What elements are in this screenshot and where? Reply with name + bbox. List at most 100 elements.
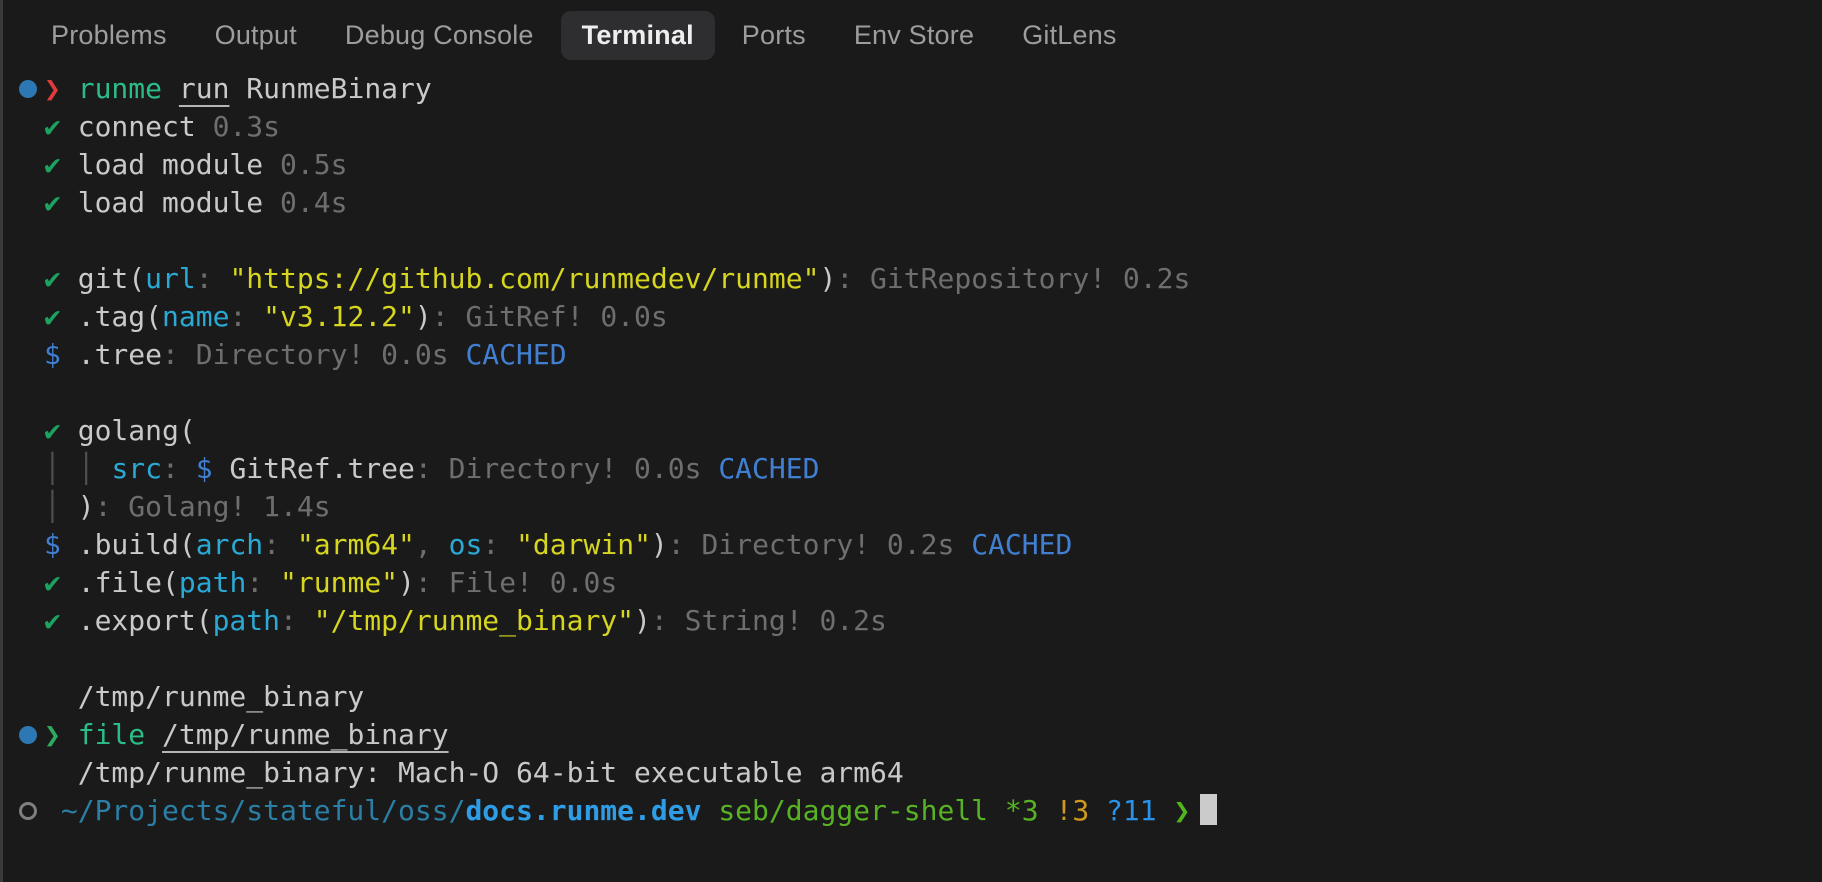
prompt-chevron-icon: ❯	[1173, 794, 1191, 827]
result-type: : GitRepository! 0.2s	[836, 262, 1191, 295]
terminal-gutter	[0, 450, 44, 488]
prompt-chevron-icon: ❯	[44, 72, 78, 105]
terminal-text-segment: load module	[77, 186, 281, 219]
panel-tab-bar: Problems Output Debug Console Terminal Ports…	[0, 0, 1822, 61]
terminal-text-segment: .tag(	[77, 300, 163, 333]
terminal-gutter	[0, 374, 44, 412]
terminal-line	[0, 640, 1822, 678]
tab-debug-console[interactable]: Debug Console	[324, 11, 555, 60]
terminal-gutter	[0, 108, 44, 146]
string-value: "arm64"	[296, 528, 415, 561]
indent-guide: │	[77, 452, 112, 485]
tab-env-store[interactable]: Env Store	[833, 11, 995, 60]
command-name: file	[77, 718, 146, 751]
string-value: "v3.12.2"	[263, 300, 415, 333]
terminal-gutter	[0, 184, 44, 222]
terminal-line: ✔ .export(path: "/tmp/runme_binary"): St…	[0, 602, 1822, 640]
terminal-text-segment: )	[414, 300, 432, 333]
cached-badge: CACHED	[718, 452, 820, 485]
terminal-line: ❯ runme run RunmeBinary	[0, 70, 1822, 108]
check-icon: ✔	[44, 414, 78, 447]
result-type: : Golang! 1.4s	[94, 490, 331, 523]
terminal-cursor	[1200, 793, 1218, 825]
terminal-line: $ .build(arch: "arm64", os: "darwin"): D…	[0, 526, 1822, 564]
check-icon: ✔	[44, 148, 78, 181]
git-modified-count: !3	[1055, 794, 1090, 827]
terminal-line: /tmp/runme_binary	[0, 678, 1822, 716]
result-type: : String! 0.2s	[650, 604, 887, 637]
check-icon: ✔	[44, 110, 78, 143]
tab-gitlens[interactable]: GitLens	[1001, 11, 1137, 60]
arg-name: arch	[195, 528, 264, 561]
terminal-line: ❯ file /tmp/runme_binary	[0, 716, 1822, 754]
result-type: : Directory! 0.0s	[162, 338, 466, 371]
terminal-text-segment: )	[819, 262, 837, 295]
tab-terminal[interactable]: Terminal	[560, 11, 715, 60]
terminal-gutter	[0, 222, 44, 260]
terminal-text-segment: git(	[77, 262, 146, 295]
check-icon: ✔	[44, 566, 78, 599]
terminal-line: ✔ load module 0.4s	[0, 184, 1822, 222]
terminal-text-segment: )	[650, 528, 668, 561]
terminal-gutter	[0, 792, 44, 830]
terminal-text-segment: .tree	[77, 338, 163, 371]
prompt-chevron-icon: ❯	[44, 718, 78, 751]
terminal-gutter	[0, 336, 44, 374]
terminal-gutter	[0, 716, 44, 754]
command-name: runme	[77, 72, 163, 105]
terminal-line: ✔ connect 0.3s	[0, 108, 1822, 146]
terminal-text-segment: .file(	[77, 566, 179, 599]
terminal-line: ~/Projects/stateful/oss/docs.runme.dev s…	[0, 792, 1822, 830]
terminal-gutter	[0, 602, 44, 640]
terminal-gutter	[0, 640, 44, 678]
terminal-text-segment: load module	[77, 148, 281, 181]
terminal-text-segment: :	[195, 262, 230, 295]
terminal-text-segment: :	[263, 528, 297, 561]
check-icon: ✔	[44, 186, 78, 219]
tab-problems[interactable]: Problems	[30, 11, 188, 60]
terminal-gutter	[0, 754, 44, 792]
terminal-text-segment: )	[77, 490, 95, 523]
terminal-line	[0, 374, 1822, 412]
terminal-text-segment: :	[482, 528, 517, 561]
terminal-text-segment: connect	[77, 110, 213, 143]
tab-ports[interactable]: Ports	[721, 11, 827, 60]
running-dot-icon	[19, 726, 37, 744]
indent-guide: │	[44, 490, 78, 523]
terminal-viewport[interactable]: ❯ runme run RunmeBinary ✔ connect 0.3s ✔ l…	[0, 61, 1822, 830]
terminal-line: $ .tree: Directory! 0.0s CACHED	[0, 336, 1822, 374]
idle-ring-icon	[19, 802, 37, 820]
cached-badge: CACHED	[465, 338, 567, 371]
arg-name: url	[145, 262, 196, 295]
arg-name: os	[448, 528, 483, 561]
terminal-panel: Problems Output Debug Console Terminal Ports…	[0, 0, 1822, 882]
terminal-link[interactable]: run	[179, 70, 230, 108]
string-value: "darwin"	[516, 528, 651, 561]
shell-dollar: $	[44, 338, 78, 371]
string-value: "https://github.com/runmedev/runme"	[229, 262, 820, 295]
tab-output[interactable]: Output	[194, 11, 318, 60]
terminal-gutter	[0, 488, 44, 526]
duration: 0.4s	[280, 186, 348, 219]
terminal-line	[0, 222, 1822, 260]
terminal-line: ✔ .tag(name: "v3.12.2"): GitRef! 0.0s	[0, 298, 1822, 336]
duration: 0.5s	[280, 148, 348, 181]
arg-name: src	[111, 452, 163, 485]
result-type: : Directory! 0.2s	[667, 528, 972, 561]
terminal-text-segment: )	[634, 604, 651, 637]
command-output: /tmp/runme_binary	[44, 680, 365, 713]
terminal-gutter	[0, 298, 44, 336]
terminal-link[interactable]: /tmp/runme_binary	[162, 716, 449, 754]
terminal-gutter	[0, 412, 44, 450]
cached-badge: CACHED	[971, 528, 1073, 561]
terminal-line: │ │ src: $ GitRef.tree: Directory! 0.0s …	[0, 450, 1822, 488]
terminal-gutter	[0, 70, 44, 108]
terminal-line: ✔ git(url: "https://github.com/runmedev/…	[0, 260, 1822, 298]
terminal-text-segment: golang(	[77, 414, 196, 447]
terminal-line: ✔ golang(	[0, 412, 1822, 450]
terminal-text-segment: ,	[414, 528, 449, 561]
